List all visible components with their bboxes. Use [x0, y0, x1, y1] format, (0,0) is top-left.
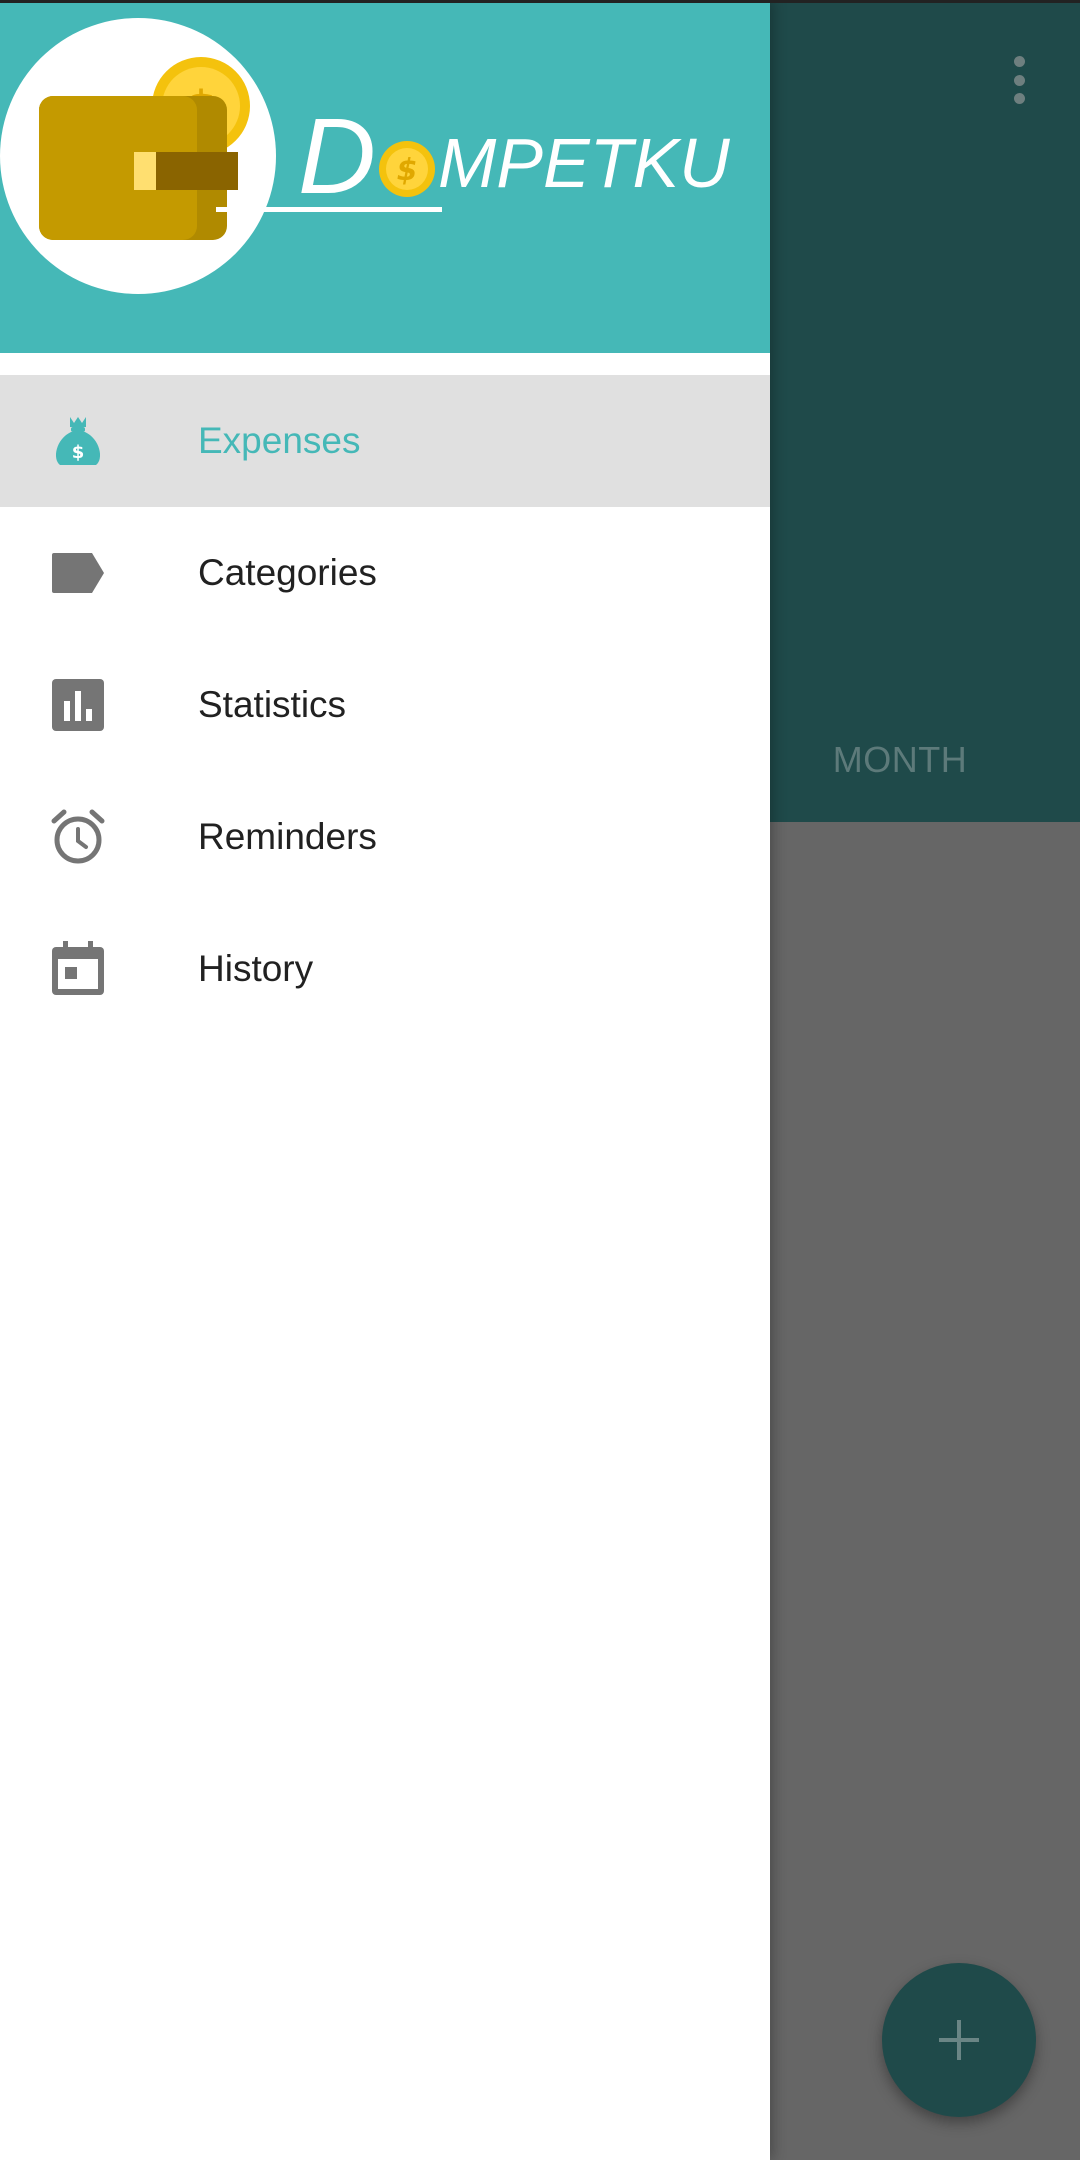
nav-label-history: History [198, 948, 314, 989]
drawer-header: $ D $ MPETKU [0, 0, 770, 353]
coin-icon: $ [379, 141, 435, 197]
nav-item-expenses[interactable]: $ Expenses [0, 375, 770, 507]
logo-initial: D [298, 95, 376, 216]
nav-label-expenses: Expenses [198, 420, 361, 461]
overflow-menu-icon[interactable] [1003, 52, 1035, 108]
logo-name: MPETKU [438, 124, 730, 202]
money-bag-icon: $ [50, 413, 106, 469]
nav-label-statistics: Statistics [198, 684, 347, 725]
nav-item-statistics[interactable]: Statistics [0, 639, 770, 771]
tab-month[interactable]: MONTH [760, 730, 1040, 790]
plus-icon [939, 2020, 979, 2060]
calendar-icon [50, 941, 106, 997]
logo-underline [216, 207, 442, 212]
bar-chart-icon [50, 677, 106, 733]
screen: MONTH $ D [0, 0, 1080, 2160]
svg-text:$: $ [397, 153, 418, 188]
add-expense-button[interactable] [882, 1963, 1036, 2117]
nav-item-reminders[interactable]: Reminders [0, 771, 770, 903]
nav-item-categories[interactable]: Categories [0, 507, 770, 639]
label-tag-icon [50, 545, 106, 601]
wallet-logo-icon: $ [0, 18, 276, 294]
navigation-drawer: $ D $ MPETKU [0, 0, 770, 2160]
alarm-clock-icon [50, 809, 106, 865]
app-logo-text: D $ MPETKU [298, 100, 730, 210]
nav-label-reminders: Reminders [198, 816, 377, 857]
nav-list: $ Expenses Categories Statistics Reminde… [0, 375, 770, 1035]
status-bar-edge [0, 0, 1080, 3]
nav-item-history[interactable]: History [0, 903, 770, 1035]
svg-text:$: $ [72, 442, 85, 463]
nav-label-categories: Categories [198, 552, 377, 593]
